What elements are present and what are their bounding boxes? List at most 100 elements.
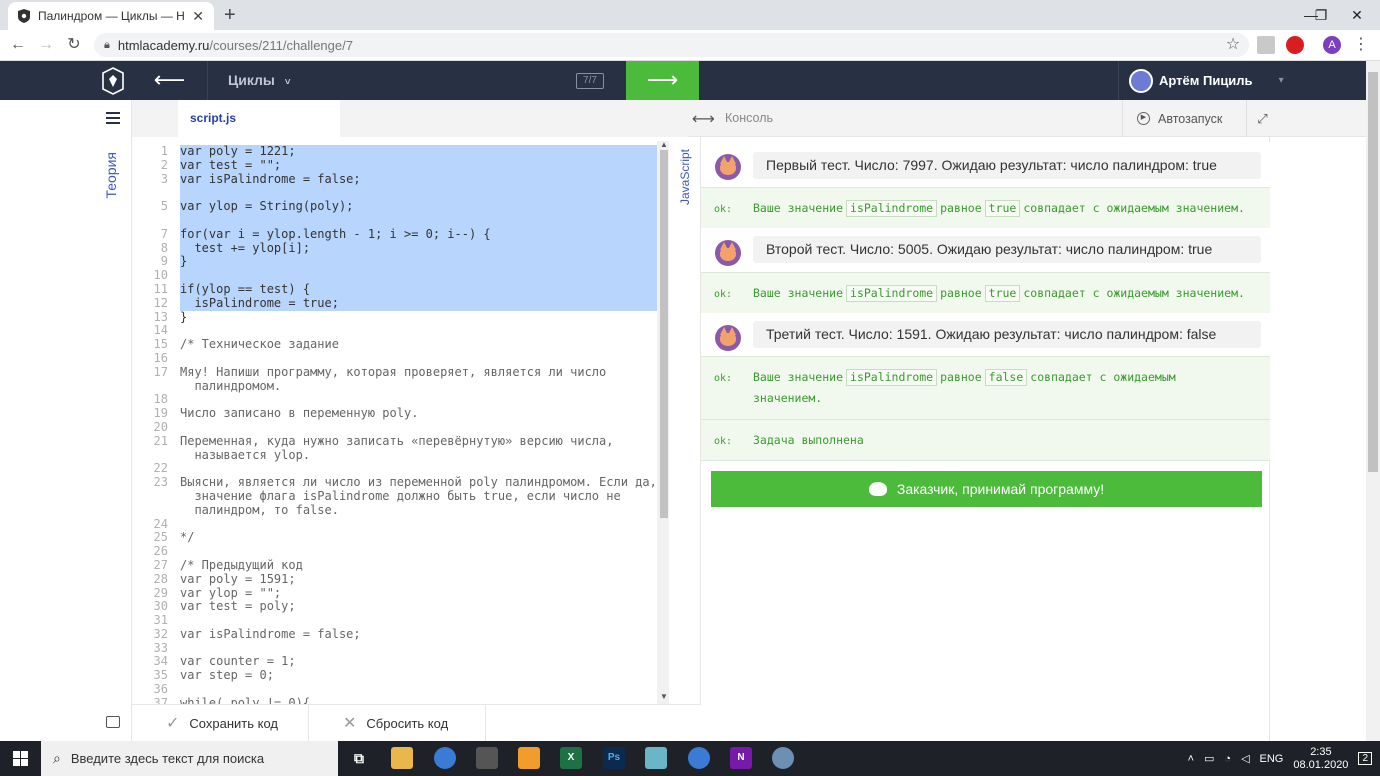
code-line[interactable]: if(ylop == test) {: [180, 282, 660, 297]
file-explorer-icon[interactable]: [391, 747, 413, 769]
expand-icon[interactable]: ⤢: [1246, 100, 1278, 137]
file-tab-script-js[interactable]: script.js: [178, 100, 340, 137]
chrome-icon[interactable]: [434, 747, 456, 769]
extension-pdf-icon[interactable]: [1257, 36, 1275, 54]
tab-close-icon[interactable]: ✕: [192, 8, 204, 25]
paint-icon[interactable]: [772, 747, 794, 769]
code-line[interactable]: var step = 0;: [180, 668, 660, 683]
browser-menu-icon[interactable]: ⋮: [1349, 34, 1373, 56]
code-line[interactable]: [180, 269, 660, 283]
forward-icon[interactable]: →: [34, 34, 58, 56]
code-line[interactable]: [180, 518, 660, 532]
sublime-text-icon[interactable]: [518, 747, 540, 769]
academy-logo-icon[interactable]: [94, 61, 132, 100]
code-line[interactable]: палиндром, то false.: [180, 503, 660, 518]
code-line[interactable]: var isPalindrome = false;: [180, 172, 660, 187]
section-dropdown[interactable]: Циклы ˅: [228, 61, 291, 100]
volume-icon[interactable]: ◁: [1241, 752, 1249, 765]
code-line[interactable]: палиндромом.: [180, 379, 660, 394]
back-icon[interactable]: ←: [6, 34, 30, 56]
code-line[interactable]: while( poly != 0){: [180, 696, 660, 704]
next-lesson-button[interactable]: ⟶: [626, 61, 699, 100]
onenote-icon[interactable]: N: [730, 747, 752, 769]
notifications-icon[interactable]: 2: [1358, 752, 1372, 765]
new-tab-button[interactable]: +: [224, 3, 236, 27]
scroll-up-icon[interactable]: ▲: [660, 140, 668, 149]
code-editor[interactable]: 1 2 3 5 7 8 9 10 11 12 13 14 15 16 17 18 19 20 21 22 23 24 25 2…: [132, 137, 669, 704]
code-line[interactable]: [180, 683, 660, 697]
editor-scroll-thumb[interactable]: [660, 150, 668, 518]
code-line[interactable]: for(var i = ylop.length - 1; i >= 0; i--…: [180, 227, 660, 242]
code-line[interactable]: /* Техническое задание: [180, 337, 660, 352]
code-line[interactable]: [180, 642, 660, 656]
browser-tab[interactable]: Палиндром — Циклы — HTML ✕: [8, 2, 214, 30]
code-line[interactable]: var test = poly;: [180, 599, 660, 614]
code-line[interactable]: var ylop = "";: [180, 586, 660, 601]
save-code-button[interactable]: ✓ Сохранить код: [132, 705, 309, 741]
calculator-icon[interactable]: [476, 747, 498, 769]
code-line[interactable]: [180, 462, 660, 476]
code-line[interactable]: */: [180, 531, 660, 545]
resize-horizontal-icon[interactable]: ⟷: [692, 109, 715, 129]
theory-tab[interactable]: Теория: [103, 152, 119, 199]
taskbar-search[interactable]: ⌕ Введите здесь текст для поиска: [41, 741, 338, 776]
network-icon[interactable]: ▭: [1204, 752, 1214, 765]
start-button[interactable]: [0, 741, 41, 776]
excel-icon[interactable]: X: [560, 747, 582, 769]
chevron-up-icon[interactable]: ˄: [1188, 753, 1194, 765]
autorun-toggle[interactable]: ▶ Автозапуск: [1122, 100, 1252, 137]
code-line[interactable]: значение флага isPalindrome должно быть …: [180, 489, 660, 504]
hamburger-menu-icon[interactable]: [106, 112, 120, 124]
clock[interactable]: 2:35 08.01.2020: [1293, 746, 1348, 772]
user-menu[interactable]: Артём Пициль ▾: [1118, 61, 1366, 100]
windows-taskbar: ⌕ Введите здесь текст для поиска ⧉ X Ps …: [0, 741, 1380, 776]
code-line[interactable]: [180, 545, 660, 559]
code-line[interactable]: [180, 213, 660, 228]
code-line[interactable]: [180, 614, 660, 628]
accept-program-button[interactable]: Заказчик, принимай программу!: [711, 471, 1262, 507]
code-lines[interactable]: var poly = 1221; var test = ""; var isPali…: [180, 144, 660, 704]
page-scroll-thumb[interactable]: [1368, 72, 1378, 472]
app-icon[interactable]: [645, 747, 667, 769]
line-number: 7: [160, 226, 168, 241]
code-line[interactable]: называется ylop.: [180, 448, 660, 463]
code-line[interactable]: /* Предыдущий код: [180, 558, 660, 573]
code-line[interactable]: Переменная, куда нужно записать «перевёр…: [180, 434, 660, 449]
chrome-profile-icon[interactable]: [688, 747, 710, 769]
wifi-icon[interactable]: ◔: [1224, 753, 1231, 765]
code-line[interactable]: Число записано в переменную poly.: [180, 406, 660, 421]
code-line[interactable]: isPalindrome = true;: [180, 296, 660, 311]
chat-icon[interactable]: [106, 716, 120, 728]
code-line[interactable]: [180, 186, 660, 201]
profile-avatar[interactable]: A: [1323, 36, 1341, 54]
scroll-down-icon[interactable]: ▼: [660, 692, 668, 701]
line-number: 9: [160, 254, 168, 269]
code-line[interactable]: var poly = 1221;: [180, 144, 660, 159]
code-line[interactable]: var poly = 1591;: [180, 572, 660, 587]
code-line[interactable]: [180, 393, 660, 407]
code-line[interactable]: [180, 352, 660, 366]
task-view-icon[interactable]: ⧉: [348, 747, 370, 769]
bookmark-star-icon[interactable]: ☆: [1221, 34, 1245, 56]
code-line[interactable]: }: [180, 255, 660, 270]
reload-icon[interactable]: ↻: [62, 34, 86, 56]
code-line[interactable]: Выясни, является ли число из переменной …: [180, 475, 660, 490]
code-line[interactable]: Мяу! Напиши программу, которая проверяет…: [180, 365, 660, 380]
code-line[interactable]: var test = "";: [180, 158, 660, 173]
code-line[interactable]: var counter = 1;: [180, 655, 660, 669]
language-indicator[interactable]: ENG: [1260, 753, 1284, 765]
code-line[interactable]: [180, 324, 660, 338]
reset-code-button[interactable]: ✕ Сбросить код: [309, 705, 486, 741]
code-line[interactable]: var ylop = String(poly);: [180, 199, 660, 214]
extension-opera-icon[interactable]: [1286, 36, 1304, 54]
code-line[interactable]: }: [180, 310, 660, 325]
code-line[interactable]: var isPalindrome = false;: [180, 627, 660, 642]
code-line[interactable]: test += ylop[i];: [180, 241, 660, 256]
url-input[interactable]: 🔒︎ htmlacademy.ru/courses/211/challenge/…: [94, 33, 1249, 57]
line-number: 10: [153, 268, 168, 283]
code-line[interactable]: [180, 421, 660, 435]
ok-label: ok:: [714, 289, 733, 300]
close-window-button[interactable]: ✕: [1334, 0, 1380, 30]
photoshop-icon[interactable]: Ps: [603, 747, 625, 769]
prev-lesson-button[interactable]: ⟵: [132, 61, 208, 100]
